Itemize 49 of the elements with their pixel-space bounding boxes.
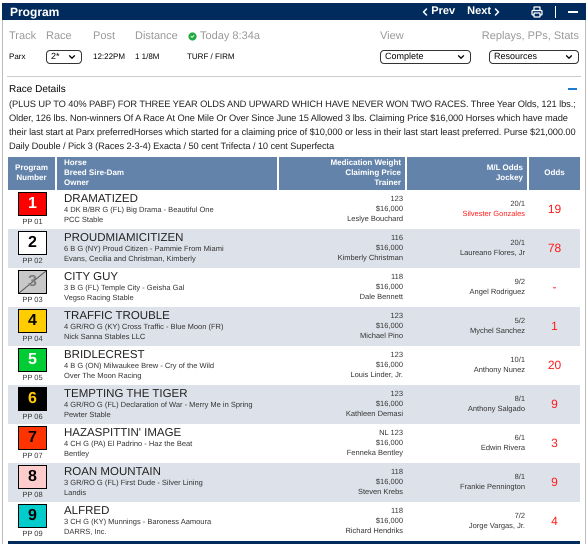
minimize-icon[interactable] (568, 10, 578, 12)
horse-name: TEMPTING THE TIGER (64, 388, 189, 400)
field-label: Distance (135, 29, 179, 44)
track-value: Parx (9, 50, 26, 62)
next-button[interactable]: Next (467, 3, 503, 20)
print-icon[interactable] (531, 6, 543, 18)
live-odds: - (552, 279, 556, 296)
surface-value: TURF / FIRM (187, 50, 235, 62)
race-conditions: (PLUS UP TO 40% PABF) FOR THREE YEAR OLDS AND UPWARD WHICH HAVE NEVER WON TWO RACES. Three Year Olds, 121 lbs.; Older, 126 lbs. Non-winners Of A Race At One Mile Or Over Since June 15 Allowed 3 lbs. Claiming Price $16,000 Horses which have made their last start at Parx preferredHorses which started for a claiming price of $10,000 or less in their last start least preferred. Purse $21,000.00 Daily Double / Pick 3 (Races 2-3-4) Exacta / 50 cent Trifecta / 10 cent Superfecta (9, 98, 577, 152)
program-number: 2 (28, 234, 37, 252)
field-label: Track (9, 29, 38, 44)
resources-label: Replays, PPs, Stats (482, 29, 579, 44)
resources-select[interactable]: Resources (489, 50, 579, 64)
post-time: 12:22PM (93, 50, 126, 62)
program-number: 5 (28, 351, 37, 369)
horse-name: TRAFFIC TROUBLE (64, 310, 171, 322)
view-label: View (380, 29, 405, 44)
program-number: 9 (28, 507, 37, 525)
program-number: 7 (28, 429, 37, 447)
live-odds: 20 (548, 357, 562, 374)
live-odds: 9 (551, 474, 558, 491)
check-circle-icon (187, 30, 198, 42)
live-odds: 19 (548, 201, 562, 218)
program-number: 8 (28, 468, 37, 486)
horse-name: ROAN MOUNTAIN (64, 466, 162, 478)
horse-name: CITY GUY (64, 271, 120, 283)
view-select[interactable]: Complete (380, 50, 471, 64)
live-odds: 3 (551, 435, 558, 452)
horse-name: DRAMATIZED (64, 193, 139, 205)
prev-button[interactable]: Prev (419, 3, 456, 20)
live-odds: 78 (548, 240, 562, 257)
horse-name: ALFRED (64, 505, 110, 517)
program-number: 1 (28, 195, 37, 213)
field-label: Post (93, 29, 116, 44)
horse-name: BRIDLECREST (64, 349, 146, 361)
program-number: 4 (28, 312, 37, 330)
column-header: Odds (543, 167, 566, 179)
program-number: 6 (28, 390, 37, 408)
live-odds: 1 (551, 318, 558, 335)
horse-name: HAZASPITTIN' IMAGE (64, 427, 182, 439)
race-select[interactable]: 2* (46, 50, 82, 64)
distance-value: 1 1/8M (135, 50, 160, 62)
live-odds: 4 (551, 513, 558, 530)
race-details-title: Race Details (9, 82, 66, 96)
field-label: Race (46, 29, 73, 44)
program-title: Program (10, 4, 60, 20)
horse-name: PROUDMIAMICITIZEN (64, 232, 184, 244)
live-odds: 9 (551, 396, 558, 413)
post-status: Today 8:34a (200, 29, 260, 44)
